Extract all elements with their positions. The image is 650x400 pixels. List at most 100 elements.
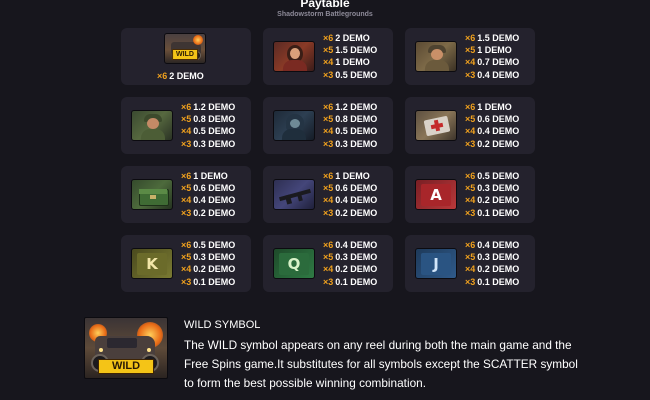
pay-amount: 0.2 DEMO: [193, 264, 236, 275]
pay-multiplier: ×4: [181, 126, 192, 137]
page-subtitle: Shadowstorm Battlegrounds: [277, 11, 373, 18]
pay-amount: 0.8 DEMO: [193, 114, 236, 125]
pay-row: ×6 0.5 DEMO: [465, 170, 535, 182]
pay-row: ×5 0.8 DEMO: [181, 113, 251, 125]
pay-amount: 1 DEMO: [477, 102, 512, 112]
pay-amount: 0.3 DEMO: [335, 252, 378, 263]
pay-row: ×4 0.7 DEMO: [465, 56, 535, 68]
paytable-card-ammo-box: ×6 1 DEMO ×5 0.6 DEMO ×4 0.4 DEMO ×3 0.2 DEMO: [121, 166, 251, 223]
paytable-card-hooded: ×6 1.2 DEMO ×5 0.8 DEMO ×4 0.5 DEMO ×3 0.3 DEMO: [263, 97, 393, 154]
pay-multiplier: ×4: [323, 126, 334, 137]
letter-glyph: A: [421, 183, 451, 206]
pay-row: ×5 0.6 DEMO: [323, 182, 393, 194]
pay-multiplier: ×3: [323, 138, 334, 149]
pay-amount: 0.5 DEMO: [193, 126, 236, 137]
pay-multiplier: ×6: [181, 240, 192, 250]
pay-multiplier: ×6: [181, 102, 192, 112]
pay-amount: 0.1 DEMO: [477, 276, 520, 287]
pay-multiplier: ×6: [323, 33, 334, 43]
soldier-green-portrait-icon: [131, 110, 173, 141]
pay-row: ×6 0.5 DEMO: [181, 239, 251, 251]
pay-row: ×3 0.5 DEMO: [323, 69, 393, 81]
pay-multiplier: ×6: [181, 171, 192, 181]
pay-amount: 0.4 DEMO: [477, 240, 520, 250]
pay-amount: 0.4 DEMO: [335, 195, 378, 206]
pay-row: ×3 0.3 DEMO: [323, 138, 393, 150]
pay-multiplier: ×5: [323, 183, 334, 194]
paytable-card-medkit: ×6 1 DEMO ×5 0.6 DEMO ×4 0.4 DEMO ×3 0.2 DEMO: [405, 97, 535, 154]
pay-row: ×6 1.5 DEMO: [465, 32, 535, 44]
pay-row: ×3 0.1 DEMO: [181, 276, 251, 288]
pay-row: ×5 0.6 DEMO: [181, 182, 251, 194]
hooded-figure-icon: [273, 110, 315, 141]
pay-multiplier: ×4: [181, 264, 192, 275]
pay-amount: 0.2 DEMO: [193, 207, 236, 218]
letter-glyph: K: [137, 252, 167, 275]
pay-amount: 0.2 DEMO: [477, 138, 520, 149]
medkit-icon: [415, 110, 457, 141]
pay-amount: 0.5 DEMO: [477, 171, 520, 181]
pay-list: ×6 1.2 DEMO ×5 0.8 DEMO ×4 0.5 DEMO ×3 0.3 DEMO: [181, 101, 251, 150]
pay-row: ×6 1 DEMO: [181, 170, 251, 182]
pay-multiplier: ×5: [465, 114, 476, 125]
pay-list: ×6 0.4 DEMO ×5 0.3 DEMO ×4 0.2 DEMO ×3 0.1 DEMO: [323, 239, 393, 288]
paytable-card-soldier-tan: ×6 1.5 DEMO ×5 1 DEMO ×4 0.7 DEMO ×3 0.4 DEMO: [405, 28, 535, 85]
soldier-portrait-icon: [415, 41, 457, 72]
pay-multiplier: ×6: [465, 240, 476, 250]
pay-amount: 0.6 DEMO: [335, 183, 378, 194]
pay-row: ×6 1 DEMO: [323, 170, 393, 182]
pay-multiplier: ×6: [157, 71, 168, 81]
pay-amount: 0.1 DEMO: [335, 276, 378, 287]
pay-row: ×5 0.8 DEMO: [323, 113, 393, 125]
pay-row: ×3 0.1 DEMO: [323, 276, 393, 288]
pay-amount: 0.2 DEMO: [335, 264, 378, 275]
pay-amount: 0.5 DEMO: [335, 126, 378, 137]
paytable-card-woman-red: ×6 2 DEMO ×5 1.5 DEMO ×4 1 DEMO ×3 0.5 DEMO: [263, 28, 393, 85]
pay-row: ×4 0.2 DEMO: [181, 263, 251, 275]
pay-list: ×6 2 DEMO ×5 1.5 DEMO ×4 1 DEMO ×3 0.5 DEMO: [323, 32, 393, 81]
pay-amount: 0.4 DEMO: [335, 240, 378, 250]
pay-row: ×6 1.2 DEMO: [181, 101, 251, 113]
pay-row: ×4 0.2 DEMO: [465, 194, 535, 206]
pay-multiplier: ×5: [323, 252, 334, 263]
pay-multiplier: ×3: [181, 276, 192, 287]
pay-row: ×3 0.3 DEMO: [181, 138, 251, 150]
pay-multiplier: ×4: [465, 126, 476, 137]
pay-row: ×6 1 DEMO: [465, 101, 535, 113]
pay-multiplier: ×5: [181, 252, 192, 263]
pay-multiplier: ×6: [465, 33, 476, 43]
pay-amount: 0.6 DEMO: [193, 183, 236, 194]
pay-list: ×6 0.5 DEMO ×5 0.3 DEMO ×4 0.2 DEMO ×3 0.1 DEMO: [465, 170, 535, 219]
pay-amount: 0.1 DEMO: [193, 276, 236, 287]
pay-amount: 1.5 DEMO: [335, 45, 378, 56]
pay-multiplier: ×5: [181, 114, 192, 125]
pay-multiplier: ×6: [465, 102, 476, 112]
wild-truck-icon: WILD: [164, 33, 206, 64]
pay-multiplier: ×4: [323, 57, 334, 68]
letter-a-icon: A: [415, 179, 457, 210]
pay-amount: 0.4 DEMO: [193, 195, 236, 206]
pay-multiplier: ×3: [181, 207, 192, 218]
pay-multiplier: ×5: [465, 183, 476, 194]
paytable-grid: WILD ×6 2 DEMO ×6 2 DEMO ×5 1.5 DEMO ×4 1 DEMO ×3…: [121, 28, 535, 292]
pay-row: ×6 2 DEMO: [157, 70, 247, 82]
pay-row: ×3 0.1 DEMO: [465, 276, 535, 288]
woman-portrait-icon: [273, 41, 315, 72]
pay-amount: 1.5 DEMO: [477, 33, 520, 43]
paytable-card-letter-q: Q ×6 0.4 DEMO ×5 0.3 DEMO ×4 0.2 DEMO ×3 0.1 DEM…: [263, 235, 393, 292]
pay-list: ×6 2 DEMO: [157, 70, 247, 82]
pay-row: ×5 1.5 DEMO: [323, 44, 393, 56]
pay-list: ×6 1 DEMO ×5 0.6 DEMO ×4 0.4 DEMO ×3 0.2 DEMO: [465, 101, 535, 150]
pay-multiplier: ×5: [181, 183, 192, 194]
paytable-card-letter-j: J ×6 0.4 DEMO ×5 0.3 DEMO ×4 0.2 DEMO ×3 0.1 DEM…: [405, 235, 535, 292]
ammo-box-icon: [131, 179, 173, 210]
pay-multiplier: ×4: [181, 195, 192, 206]
paytable-card-letter-a: A ×6 0.5 DEMO ×5 0.3 DEMO ×4 0.2 DEMO ×3 0.1 DEM…: [405, 166, 535, 223]
letter-j-icon: J: [415, 248, 457, 279]
pay-row: ×6 0.4 DEMO: [465, 239, 535, 251]
pay-row: ×4 0.2 DEMO: [323, 263, 393, 275]
pay-amount: 0.3 DEMO: [335, 138, 378, 149]
pay-row: ×3 0.1 DEMO: [465, 207, 535, 219]
pay-multiplier: ×4: [465, 57, 476, 68]
pay-multiplier: ×3: [465, 138, 476, 149]
